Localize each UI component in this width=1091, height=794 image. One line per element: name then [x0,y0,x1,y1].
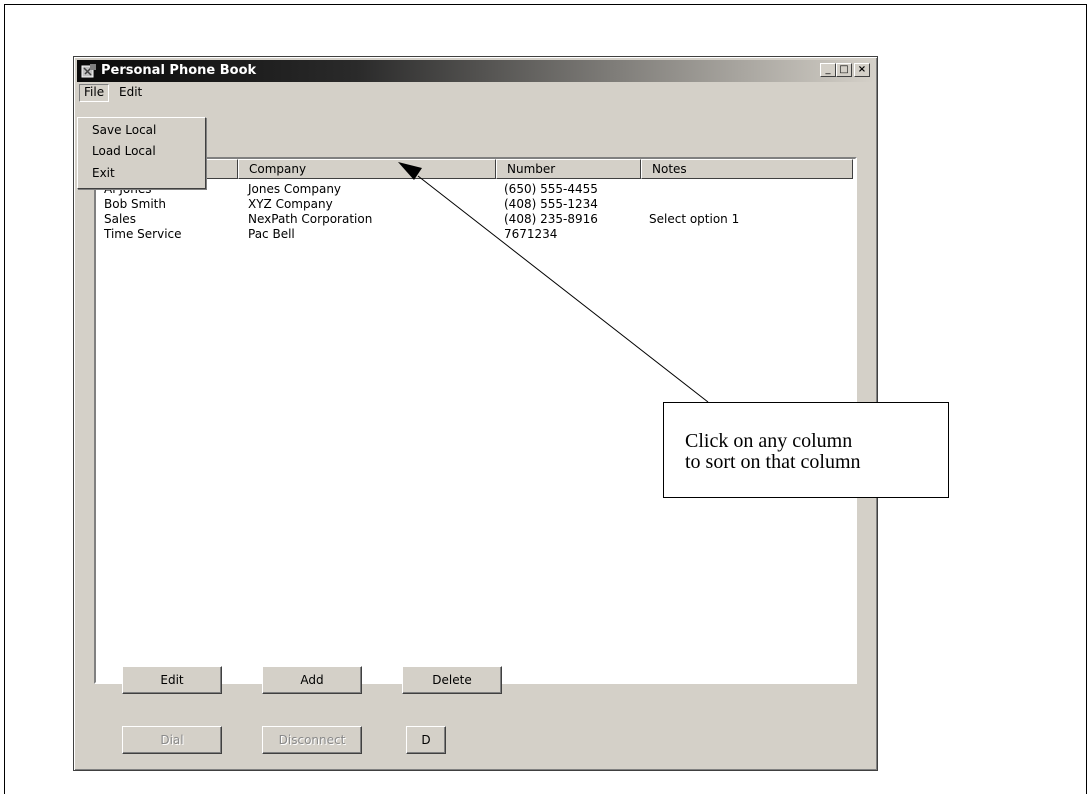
menu-load-local[interactable]: Load Local [92,144,156,158]
callout-box: Click on any column to sort on that colu… [663,402,949,498]
menu-exit[interactable]: Exit [92,166,115,180]
callout-line-2: to sort on that column [685,451,861,473]
callout-line-1: Click on any column [685,430,853,452]
menu-save-local[interactable]: Save Local [92,123,156,137]
file-menu-dropdown: Save Local Load Local Exit [77,117,206,189]
